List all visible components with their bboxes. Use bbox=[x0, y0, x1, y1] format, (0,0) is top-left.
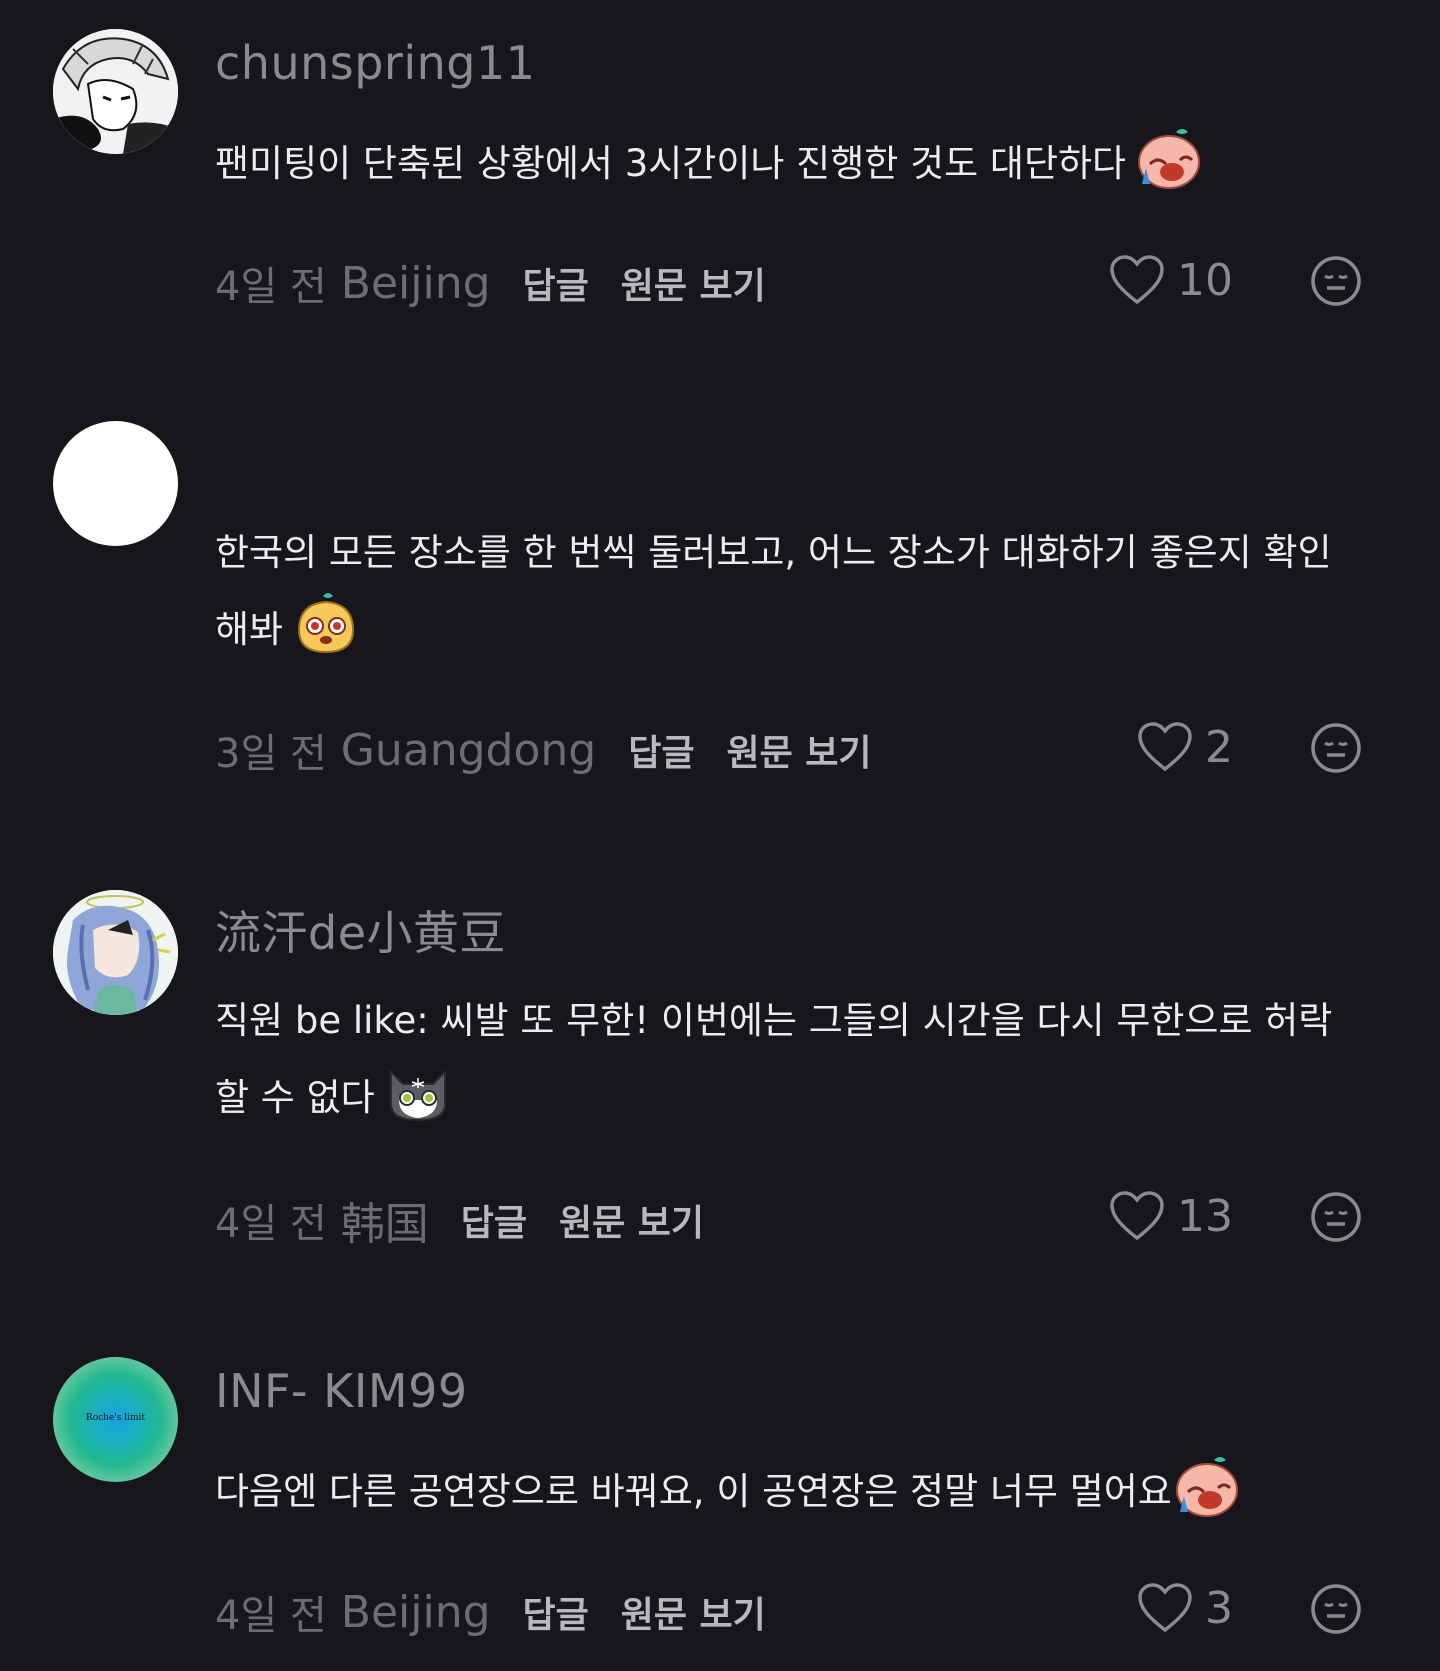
comment-username[interactable]: chunspring11 bbox=[215, 36, 536, 90]
reply-button[interactable]: 답글 bbox=[523, 1586, 589, 1638]
heart-icon bbox=[1138, 722, 1192, 772]
shocked-cat-sticker-icon bbox=[389, 1069, 446, 1122]
comment-meta: 4일 전 Beijing 답글 원문 보기 bbox=[215, 253, 766, 313]
comment-meta: 4일 전 韩国 답글 원문 보기 bbox=[215, 1190, 704, 1250]
comment-time-ago: 4일 전 bbox=[215, 264, 327, 310]
comment-text: 다음엔 다른 공연장으로 바꿔요, 이 공연장은 정말 너무 멀어요 bbox=[215, 1452, 1345, 1529]
comment-text: 팬미팅이 단축된 상황에서 3시간이나 진행한 것도 대단하다 bbox=[215, 124, 1345, 201]
surprised-dog-sticker-icon bbox=[298, 593, 355, 654]
like-count: 13 bbox=[1177, 1190, 1233, 1242]
reply-button[interactable]: 답글 bbox=[523, 257, 589, 309]
like-button[interactable]: 13 bbox=[1109, 1186, 1233, 1246]
crying-face-sticker-icon bbox=[1175, 1457, 1238, 1517]
meh-face-react-icon[interactable] bbox=[1310, 1191, 1362, 1243]
avatar-text: Roche's limit bbox=[85, 1413, 146, 1423]
comment-username[interactable]: 流汗de小黄豆 bbox=[215, 897, 506, 963]
comment-username[interactable]: INF- KIM99 bbox=[215, 1364, 468, 1418]
like-button[interactable]: 3 bbox=[1137, 1578, 1233, 1638]
comment-meta: 3일 전 Guangdong 답글 원문 보기 bbox=[215, 720, 871, 780]
view-original-button[interactable]: 원문 보기 bbox=[726, 724, 871, 776]
like-count: 2 bbox=[1205, 721, 1233, 773]
reply-button[interactable]: 답글 bbox=[628, 724, 694, 776]
like-button[interactable]: 2 bbox=[1137, 717, 1233, 777]
heart-icon bbox=[1138, 1583, 1192, 1633]
crying-face-sticker-icon bbox=[1138, 129, 1201, 189]
comment-text-content: 다음엔 다른 공연장으로 바꿔요, 이 공연장은 정말 너무 멀어요 bbox=[215, 1470, 1172, 1513]
comment-time-ago: 4일 전 bbox=[215, 1593, 327, 1639]
comment-meta: 4일 전 Beijing 답글 원문 보기 bbox=[215, 1582, 766, 1642]
comment-time-ago: 4일 전 bbox=[215, 1201, 327, 1247]
comment-location: Beijing bbox=[340, 1586, 491, 1638]
heart-icon bbox=[1110, 1191, 1164, 1241]
like-button[interactable]: 10 bbox=[1109, 250, 1233, 310]
heart-icon bbox=[1110, 255, 1164, 305]
avatar[interactable] bbox=[53, 421, 178, 546]
comment-text: 한국의 모든 장소를 한 번씩 둘러보고, 어느 장소가 대화하기 좋은지 확인… bbox=[215, 515, 1345, 667]
reply-button[interactable]: 답글 bbox=[461, 1194, 527, 1246]
meh-face-react-icon[interactable] bbox=[1310, 255, 1362, 307]
comment-location: Beijing bbox=[340, 257, 491, 309]
comment-time-ago: 3일 전 bbox=[215, 731, 327, 777]
comment-text-content: 팬미팅이 단축된 상황에서 3시간이나 진행한 것도 대단하다 bbox=[215, 142, 1127, 185]
view-original-button[interactable]: 원문 보기 bbox=[559, 1194, 704, 1246]
manga-character-avatar-icon bbox=[53, 29, 178, 154]
avatar[interactable] bbox=[53, 29, 178, 154]
comment-text-content: 직원 be like: 씨발 또 무한! 이번에는 그들의 시간을 다시 무한으… bbox=[215, 999, 1333, 1119]
meh-face-react-icon[interactable] bbox=[1310, 1583, 1362, 1635]
comment-location: Guangdong bbox=[340, 724, 597, 776]
avatar[interactable]: Roche's limit bbox=[53, 1357, 178, 1482]
view-original-button[interactable]: 원문 보기 bbox=[621, 1586, 766, 1638]
like-count: 3 bbox=[1205, 1582, 1233, 1634]
view-original-button[interactable]: 원문 보기 bbox=[621, 257, 766, 309]
avatar[interactable] bbox=[53, 890, 178, 1015]
comment-location: 韩国 bbox=[340, 1199, 429, 1250]
comment-text: 직원 be like: 씨발 또 무한! 이번에는 그들의 시간을 다시 무한으… bbox=[215, 983, 1345, 1135]
meh-face-react-icon[interactable] bbox=[1310, 722, 1362, 774]
comment-text-content: 한국의 모든 장소를 한 번씩 둘러보고, 어느 장소가 대화하기 좋은지 확인… bbox=[215, 531, 1332, 651]
like-count: 10 bbox=[1177, 254, 1233, 306]
anime-girl-avatar-icon bbox=[53, 890, 178, 1015]
